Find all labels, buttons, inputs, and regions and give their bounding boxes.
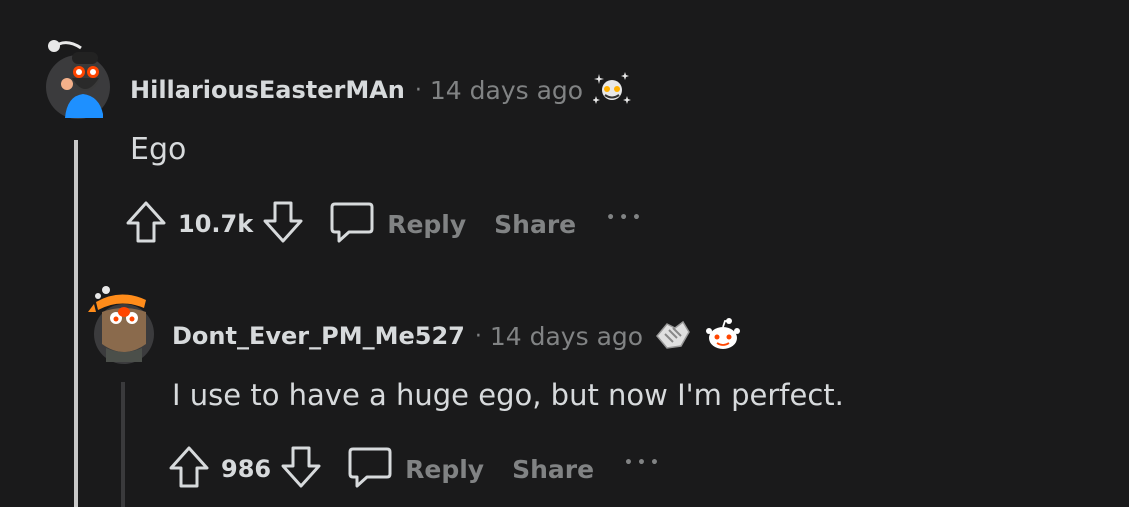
- comment-body: Ego: [130, 132, 187, 167]
- handshake-award-icon[interactable]: [653, 316, 691, 356]
- downvote-icon[interactable]: [261, 199, 305, 249]
- comment-timestamp[interactable]: 14 days ago: [430, 76, 583, 105]
- thread-line[interactable]: [121, 382, 125, 507]
- downvote-icon[interactable]: [279, 444, 323, 494]
- comment-author[interactable]: HillariousEasterMAn: [130, 76, 405, 104]
- reply-icon[interactable]: [329, 200, 375, 248]
- share-button[interactable]: Share: [512, 455, 594, 484]
- comment-author[interactable]: Dont_Ever_PM_Me527: [172, 322, 465, 350]
- share-button[interactable]: Share: [494, 210, 576, 239]
- comment-timestamp[interactable]: 14 days ago: [490, 322, 643, 351]
- thread-line[interactable]: [74, 140, 78, 507]
- avatar[interactable]: [45, 38, 111, 120]
- reply-button[interactable]: Reply: [387, 210, 466, 239]
- award-icon[interactable]: [592, 70, 632, 110]
- reply-button[interactable]: Reply: [405, 455, 484, 484]
- separator-dot: ·: [474, 323, 482, 349]
- upvote-icon[interactable]: [124, 199, 168, 249]
- upvote-icon[interactable]: [167, 444, 211, 494]
- vote-count: 986: [221, 455, 272, 483]
- reply-icon[interactable]: [347, 445, 393, 493]
- avatar[interactable]: [88, 282, 158, 364]
- vote-count: 10.7k: [178, 210, 254, 238]
- more-options-button[interactable]: •••: [606, 210, 645, 226]
- more-options-button[interactable]: •••: [624, 455, 663, 471]
- comment-thread: HillariousEasterMAn · 14 days ago Ego 10…: [0, 0, 1129, 507]
- snoo-award-icon[interactable]: [705, 316, 741, 356]
- separator-dot: ·: [414, 77, 422, 103]
- comment-body: I use to have a huge ego, but now I'm pe…: [172, 378, 844, 412]
